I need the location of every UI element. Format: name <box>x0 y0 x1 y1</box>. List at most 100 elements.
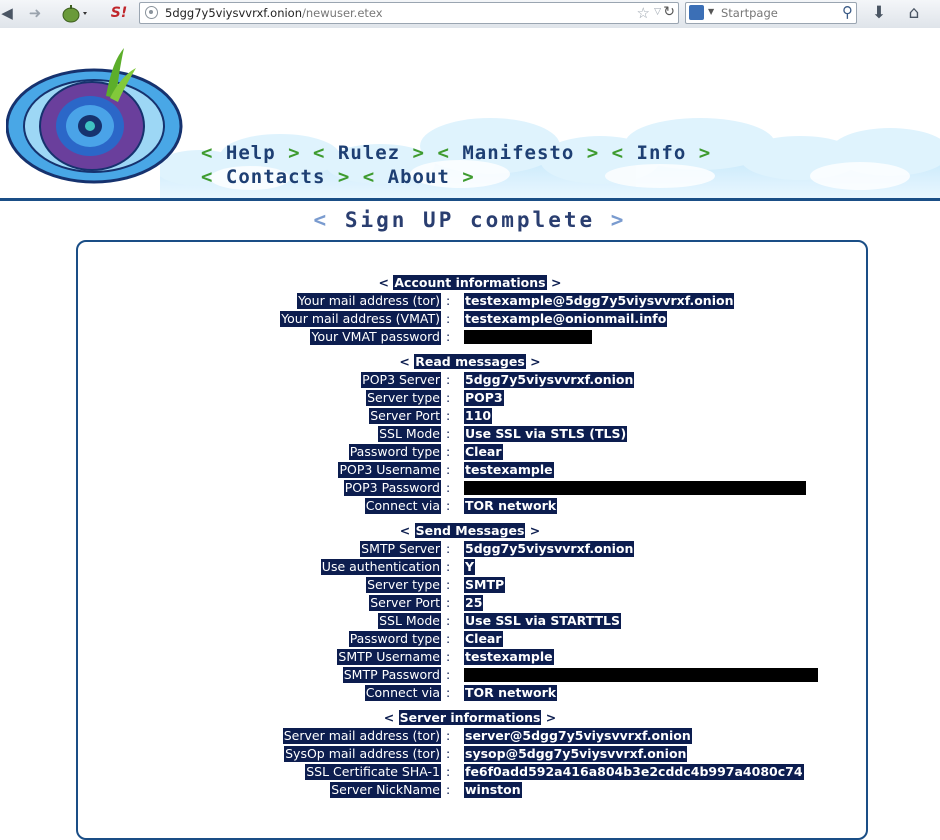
redacted-vmat-password <box>464 330 592 344</box>
onionmail-logo <box>6 48 183 184</box>
nav-contacts-link[interactable]: < Contacts > <box>201 166 350 188</box>
info-value: testexample <box>464 649 554 665</box>
forward-icon[interactable]: ➜ <box>24 3 46 23</box>
info-value: Y <box>464 559 476 575</box>
info-row: Server Port:110 <box>369 408 493 424</box>
search-bar[interactable]: ▼ Startpage ⚲ <box>685 2 857 24</box>
section-title-account: < Account informations > <box>378 275 562 290</box>
info-label: Server Port <box>369 408 441 424</box>
info-label: SMTP Server <box>360 541 441 557</box>
nav-row-2: < Contacts > < About > <box>201 166 475 188</box>
info-value: testexample@onionmail.info <box>464 311 668 327</box>
info-label: Server mail address (tor) <box>282 728 441 744</box>
info-label: Use authentication <box>320 559 441 575</box>
redacted-smtp-password <box>464 668 818 682</box>
info-value: Use SSL via STARTTLS <box>464 613 622 629</box>
section-title-send: < Send Messages > <box>399 523 541 538</box>
info-label: SSL Certificate SHA-1 <box>305 764 441 780</box>
engine-dropdown-icon[interactable]: ▼ <box>708 7 714 16</box>
info-label: Server type <box>366 577 441 593</box>
info-row: Connect via: TOR network <box>364 498 558 514</box>
info-row: Server mail address (tor): server@5dgg7y5… <box>282 728 692 744</box>
url-text[interactable]: 5dgg7y5viysvvrxf.onion/newuser.etex <box>165 6 383 21</box>
info-value: TOR network <box>464 685 558 701</box>
info-row: Password type: Clear <box>348 444 503 460</box>
info-row: SSL Mode: Use SSL via STLS (TLS) <box>378 426 628 442</box>
info-value: testexample@5dgg7y5viysvvrxf.onion <box>464 293 735 309</box>
search-icon[interactable]: ⚲ <box>842 3 853 21</box>
info-row: Your mail address (tor): testexample@5dgg… <box>297 293 735 309</box>
info-label: POP3 Username <box>338 462 441 478</box>
info-row: POP3 Username: testexample <box>338 462 554 478</box>
info-label: Password type <box>348 444 441 460</box>
nav-help-link[interactable]: < Help > <box>201 142 301 164</box>
browser-toolbar: ◀ ➜ S! 5dgg7y5viysvvrxf.onion/newuser.et… <box>0 0 940 29</box>
info-value: SMTP <box>464 577 506 593</box>
info-value: fe6f0add592a416a804b3e2cddc4b997a4080c74 <box>464 764 804 780</box>
page-title: < Sign UP complete > <box>313 208 627 232</box>
info-row: SSL Certificate SHA-1: fe6f0add592a416a80… <box>305 764 804 780</box>
info-value: 5dgg7y5viysvvrxf.onion <box>464 372 635 388</box>
nav-row-1: < Help > < Rulez > < Manifesto > < Info … <box>201 142 711 164</box>
info-row: Your mail address (VMAT): testexample@oni… <box>280 311 668 327</box>
info-value: 110 <box>464 408 493 424</box>
info-row: SMTP Username: testexample <box>337 649 554 665</box>
info-label: SSL Mode <box>378 613 441 629</box>
url-host: 5dgg7y5viysvvrxf.onion <box>165 6 303 20</box>
info-label: Server type <box>366 390 441 406</box>
info-row: Your VMAT password: <box>0 329 940 345</box>
info-row: SMTP Server:5dgg7y5viysvvrxf.onion <box>360 541 635 557</box>
info-value: 5dgg7y5viysvvrxf.onion <box>464 541 635 557</box>
reload-icon[interactable]: ↻ <box>663 4 675 20</box>
noscript-icon[interactable]: S! <box>108 3 130 23</box>
info-value: POP3 <box>464 390 504 406</box>
search-input[interactable]: Startpage <box>721 6 778 20</box>
info-label: POP3 Server <box>361 372 441 388</box>
info-label: Your VMAT password <box>310 329 441 345</box>
info-row: Password type: Clear <box>348 631 503 647</box>
info-label: POP3 Password <box>343 480 441 496</box>
info-value: 25 <box>464 595 484 611</box>
info-row: SSL Mode: Use SSL via STARTTLS <box>378 613 622 629</box>
nav-manifesto-link[interactable]: < Manifesto > <box>437 142 599 164</box>
history-dropdown-icon[interactable]: ▽ <box>654 7 661 17</box>
info-label: SSL Mode <box>378 426 441 442</box>
info-row: Connect via: TOR network <box>364 685 558 701</box>
info-value: Use SSL via STLS (TLS) <box>464 426 628 442</box>
onion-menu-icon[interactable] <box>58 3 92 23</box>
info-row: Server type: POP3 <box>366 390 504 406</box>
info-label: SysOp mail address (tor) <box>284 746 441 762</box>
nav-about-link[interactable]: < About > <box>363 166 475 188</box>
nav-info-link[interactable]: < Info > <box>612 142 712 164</box>
downloads-icon[interactable]: ⬇ <box>868 3 890 23</box>
info-value: winston <box>464 782 522 798</box>
info-value: sysop@5dgg7y5viysvvrxf.onion <box>464 746 688 762</box>
info-row: Server Port:25 <box>369 595 484 611</box>
info-label: Your mail address (VMAT) <box>280 311 441 327</box>
section-title-read: < Read messages > <box>399 354 541 369</box>
info-row: SMTP Password: <box>0 667 940 683</box>
header-divider <box>0 198 940 201</box>
address-bar[interactable]: 5dgg7y5viysvvrxf.onion/newuser.etex ☆ ▽ … <box>139 2 679 24</box>
info-label: Server Port <box>369 595 441 611</box>
bookmark-star-icon[interactable]: ☆ <box>637 4 650 22</box>
search-engine-icon[interactable] <box>689 5 704 20</box>
info-label: Your mail address (tor) <box>297 293 441 309</box>
info-label: SMTP Password <box>342 667 441 683</box>
info-label: Connect via <box>364 685 441 701</box>
info-row: POP3 Password: <box>0 480 940 496</box>
info-row: Use authentication: Y <box>320 559 476 575</box>
info-row: Server type: SMTP <box>366 577 506 593</box>
info-label: SMTP Username <box>337 649 441 665</box>
info-label: Server NickName <box>330 782 441 798</box>
site-identity-icon[interactable] <box>145 6 158 19</box>
info-label: Password type <box>348 631 441 647</box>
home-icon[interactable]: ⌂ <box>903 3 925 23</box>
section-title-server: < Server informations > <box>383 710 557 725</box>
back-icon[interactable]: ◀ <box>0 3 14 23</box>
info-value: TOR network <box>464 498 558 514</box>
info-row: SysOp mail address (tor): sysop@5dgg7y5vi… <box>284 746 688 762</box>
redacted-pop3-password <box>464 481 806 495</box>
nav-rulez-link[interactable]: < Rulez > <box>313 142 425 164</box>
info-value: testexample <box>464 462 554 478</box>
